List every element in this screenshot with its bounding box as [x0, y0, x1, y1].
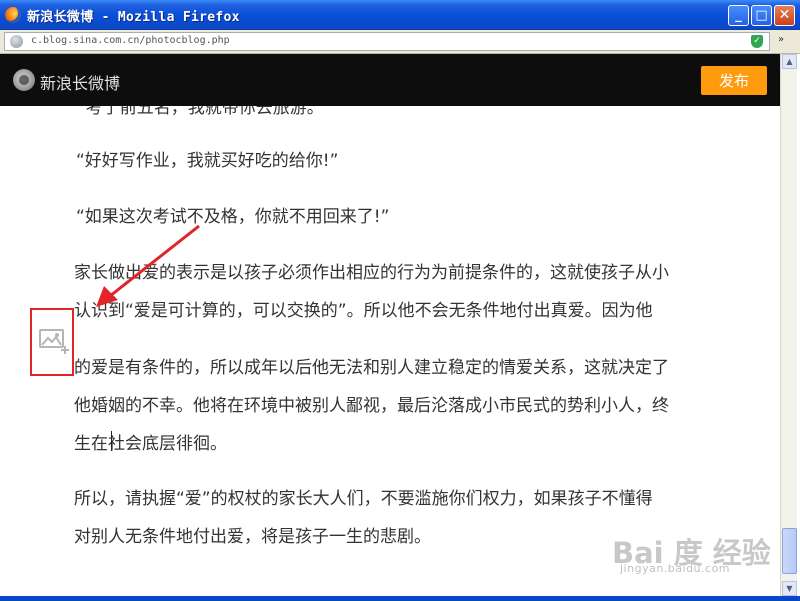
- close-button[interactable]: ✕: [774, 5, 795, 26]
- site-header: 新浪长微博 发布: [0, 54, 780, 106]
- scroll-thumb[interactable]: [782, 528, 797, 574]
- publish-button[interactable]: 发布: [701, 66, 767, 95]
- article-line[interactable]: 他婚姻的不幸。他将在环境中被别人鄙视，最后沦落成小市民式的势利小人，终: [74, 390, 669, 423]
- shield-icon[interactable]: ✓: [751, 35, 763, 48]
- article-line[interactable]: 生在社会底层徘徊。: [74, 428, 227, 461]
- window-bottom-border: [0, 596, 800, 601]
- toolbar-overflow-button[interactable]: »: [778, 34, 784, 45]
- article-line[interactable]: 的爱是有条件的，所以成年以后他无法和别人建立稳定的情爱关系，这就决定了: [74, 352, 669, 385]
- url-field[interactable]: c.blog.sina.com.cn/photocblog.php ✓: [4, 32, 770, 51]
- site-name[interactable]: 新浪长微博: [40, 70, 120, 94]
- annotation-highlight-box: [30, 308, 74, 376]
- article-line[interactable]: 所以，请执握“爱”的权杖的家长大人们，不要滥施你们权力，如果孩子不懂得: [74, 483, 653, 516]
- sina-eye-icon[interactable]: [13, 69, 35, 91]
- maximize-button[interactable]: □: [751, 5, 772, 26]
- scroll-down-button[interactable]: ▼: [782, 581, 797, 596]
- window-title-bar[interactable]: 新浪长微博 - Mozilla Firefox _ □ ✕: [0, 0, 800, 30]
- url-text: c.blog.sina.com.cn/photocblog.php: [31, 35, 230, 46]
- firefox-icon: [5, 7, 21, 23]
- baidu-watermark-url: jingyan.baidu.com: [620, 562, 731, 575]
- address-bar: c.blog.sina.com.cn/photocblog.php ✓ »: [0, 30, 800, 54]
- article-line[interactable]: 对别人无条件地付出爱，将是孩子一生的悲剧。: [74, 521, 431, 554]
- annotation-arrow: [96, 224, 200, 307]
- image-add-icon[interactable]: [39, 328, 69, 354]
- globe-icon: [10, 35, 23, 48]
- window-title: 新浪长微博 - Mozilla Firefox: [27, 10, 240, 25]
- scroll-up-button[interactable]: ▲: [782, 54, 797, 69]
- minimize-button[interactable]: _: [728, 5, 749, 26]
- text-caret: [111, 431, 112, 451]
- vertical-scrollbar[interactable]: ▲ ▼: [780, 54, 797, 597]
- editor-content[interactable]: “考了前五名，我就带你去旅游。” “好好写作业，我就买好吃的给你!” “如果这次…: [0, 106, 780, 596]
